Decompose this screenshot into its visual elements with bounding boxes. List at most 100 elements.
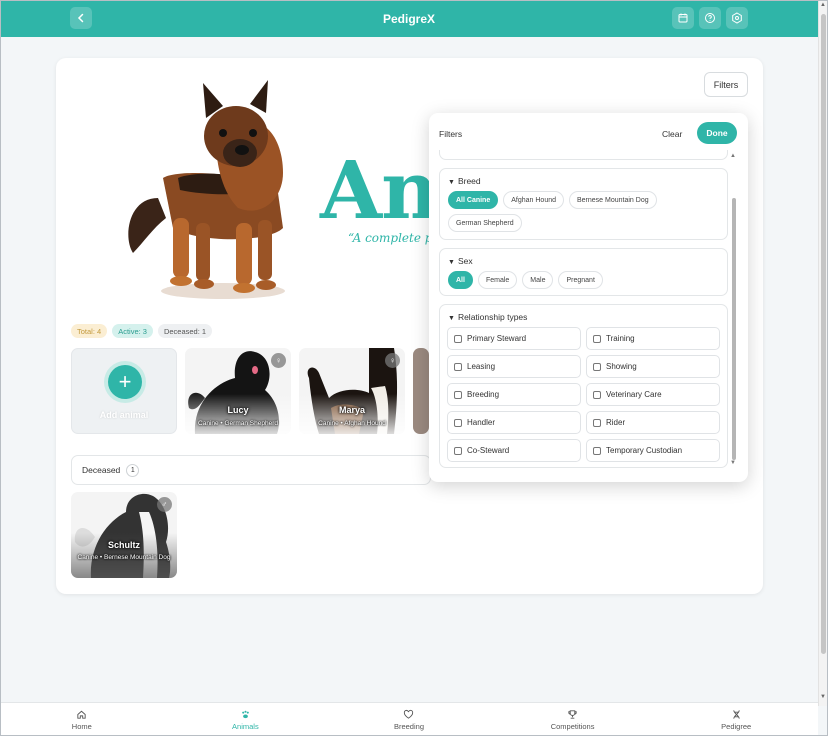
relationship-option-co-steward[interactable]: Co-Steward	[447, 439, 581, 462]
nav-home[interactable]: Home	[0, 703, 164, 736]
checkbox[interactable]	[454, 362, 462, 371]
add-animal-card[interactable]: + Add animal	[71, 348, 177, 434]
page-scrollbar[interactable]: ▲ ▼	[818, 0, 828, 706]
done-button[interactable]: Done	[697, 122, 737, 144]
filters-button[interactable]: Filters	[704, 72, 748, 97]
back-button[interactable]	[70, 7, 92, 29]
checkbox[interactable]	[593, 334, 601, 343]
checkbox[interactable]	[593, 390, 601, 399]
scroll-up-arrow-icon[interactable]: ▲	[730, 153, 736, 159]
sex-chip-all[interactable]: All	[448, 271, 473, 289]
deceased-section-header[interactable]: Deceased 1	[71, 455, 431, 485]
active-badge: Active: 3	[112, 324, 153, 338]
filter-scroll-thumb[interactable]	[732, 198, 736, 460]
relationship-section-header[interactable]: ▼ Relationship types	[448, 312, 527, 322]
relationship-option-handler[interactable]: Handler	[447, 411, 581, 434]
animal-name: Lucy	[227, 405, 249, 415]
nav-animals[interactable]: Animals	[164, 703, 328, 736]
calendar-button[interactable]	[672, 7, 694, 29]
settings-button[interactable]	[726, 7, 748, 29]
checkbox[interactable]	[454, 334, 462, 343]
checkbox[interactable]	[593, 418, 601, 427]
sex-chips: All Female Male Pregnant	[448, 271, 721, 289]
breed-section-header[interactable]: ▼ Breed	[448, 176, 481, 186]
checkbox[interactable]	[593, 362, 601, 371]
animal-name: Schultz	[107, 540, 140, 550]
checkbox[interactable]	[454, 418, 462, 427]
deceased-count: 1	[126, 463, 140, 477]
nav-breeding[interactable]: Breeding	[327, 703, 491, 736]
nav-animals-label: Animals	[232, 721, 259, 731]
breed-chip-german-shepherd[interactable]: German Shepherd	[448, 214, 522, 232]
option-label: Training	[606, 334, 635, 343]
option-label: Leasing	[467, 362, 496, 371]
trophy-icon	[568, 709, 577, 719]
animal-info: Canine • Bernese Mountain Dog	[77, 554, 171, 561]
relationship-section: ▼ Relationship types Primary Steward Trai…	[439, 304, 728, 468]
option-label: Handler	[467, 418, 496, 427]
hero-title: An	[320, 143, 439, 237]
option-label: Veterinary Care	[606, 390, 662, 399]
animal-card-lucy[interactable]: ♀ Lucy Canine • German Shepherd	[185, 348, 291, 434]
scroll-down-arrow-icon[interactable]: ▼	[730, 460, 736, 466]
help-circle-icon	[705, 13, 715, 23]
option-label: Rider	[606, 418, 626, 427]
triangle-down-icon: ▼	[448, 315, 455, 322]
stat-badges: Total: 4 Active: 3 Deceased: 1	[71, 324, 213, 338]
relationship-option-leasing[interactable]: Leasing	[447, 355, 581, 378]
previous-section-fragment	[439, 150, 728, 160]
scroll-up-arrow-icon[interactable]: ▲	[820, 2, 826, 8]
deceased-badge: Deceased: 1	[157, 324, 213, 338]
nav-competitions[interactable]: Competitions	[491, 703, 655, 736]
checkbox[interactable]	[454, 446, 462, 455]
sex-chip-pregnant[interactable]: Pregnant	[558, 271, 603, 289]
heart-icon	[404, 709, 414, 719]
nav-pedigree[interactable]: Pedigree	[654, 703, 818, 736]
relationship-option-showing[interactable]: Showing	[586, 355, 720, 378]
breed-chip-afghan-hound[interactable]: Afghan Hound	[503, 191, 564, 209]
sex-section: ▼ Sex All Female Male Pregnant	[439, 248, 728, 296]
female-icon: ♀	[271, 353, 286, 368]
top-bar: PedigreX	[0, 0, 818, 37]
animal-card-marya[interactable]: ♀ Marya Canine • Afghan Hound	[299, 348, 405, 434]
relationship-option-training[interactable]: Training	[586, 327, 720, 350]
animal-info: Canine • German Shepherd	[198, 420, 278, 427]
option-label: Breeding	[467, 390, 500, 399]
female-icon: ♀	[385, 353, 400, 368]
hexagon-icon	[732, 12, 742, 24]
clear-button[interactable]: Clear	[662, 129, 682, 139]
nav-breeding-label: Breeding	[393, 721, 424, 731]
breed-chips: All Canine Afghan Hound Bernese Mountain…	[448, 191, 721, 232]
sex-chip-male[interactable]: Male	[522, 271, 554, 289]
breed-section-title: Breed	[457, 176, 481, 186]
option-label: Co-Steward	[467, 446, 510, 455]
scroll-down-arrow-icon[interactable]: ▼	[820, 694, 826, 700]
scroll-thumb[interactable]	[821, 14, 826, 654]
nav-home-label: Home	[71, 721, 92, 731]
breed-chip-bernese-mountain-dog[interactable]: Bernese Mountain Dog	[569, 191, 657, 209]
home-icon	[77, 710, 86, 719]
option-label: Temporary Custodian	[606, 446, 683, 455]
relationship-option-primary-steward[interactable]: Primary Steward	[447, 327, 581, 350]
sex-section-title: Sex	[457, 256, 473, 266]
relationship-option-temporary-custodian[interactable]: Temporary Custodian	[586, 439, 720, 462]
sex-chip-female[interactable]: Female	[477, 271, 518, 289]
sex-section-header[interactable]: ▼ Sex	[448, 256, 473, 266]
triangle-down-icon: ▼	[448, 259, 455, 266]
filter-panel-title: Filters	[439, 129, 463, 139]
filter-panel-scrollbar[interactable]: ▲ ▼	[730, 150, 738, 470]
breed-chip-all-canine[interactable]: All Canine	[448, 191, 499, 209]
checkbox[interactable]	[454, 390, 462, 399]
relationship-option-rider[interactable]: Rider	[586, 411, 720, 434]
relationship-option-veterinary-care[interactable]: Veterinary Care	[586, 383, 720, 406]
animal-card-partial[interactable]	[413, 348, 429, 434]
animal-card-schultz[interactable]: ♂ Schultz Canine • Bernese Mountain Dog	[71, 492, 177, 578]
checkbox[interactable]	[593, 446, 601, 455]
help-button[interactable]	[699, 7, 721, 29]
chevron-left-icon	[77, 13, 84, 23]
nav-pedigree-label: Pedigree	[721, 721, 752, 731]
add-animal-label: Add animal	[99, 410, 149, 420]
relationship-option-breeding[interactable]: Breeding	[447, 383, 581, 406]
relationship-section-title: Relationship types	[457, 312, 528, 322]
deceased-label: Deceased	[82, 465, 121, 475]
